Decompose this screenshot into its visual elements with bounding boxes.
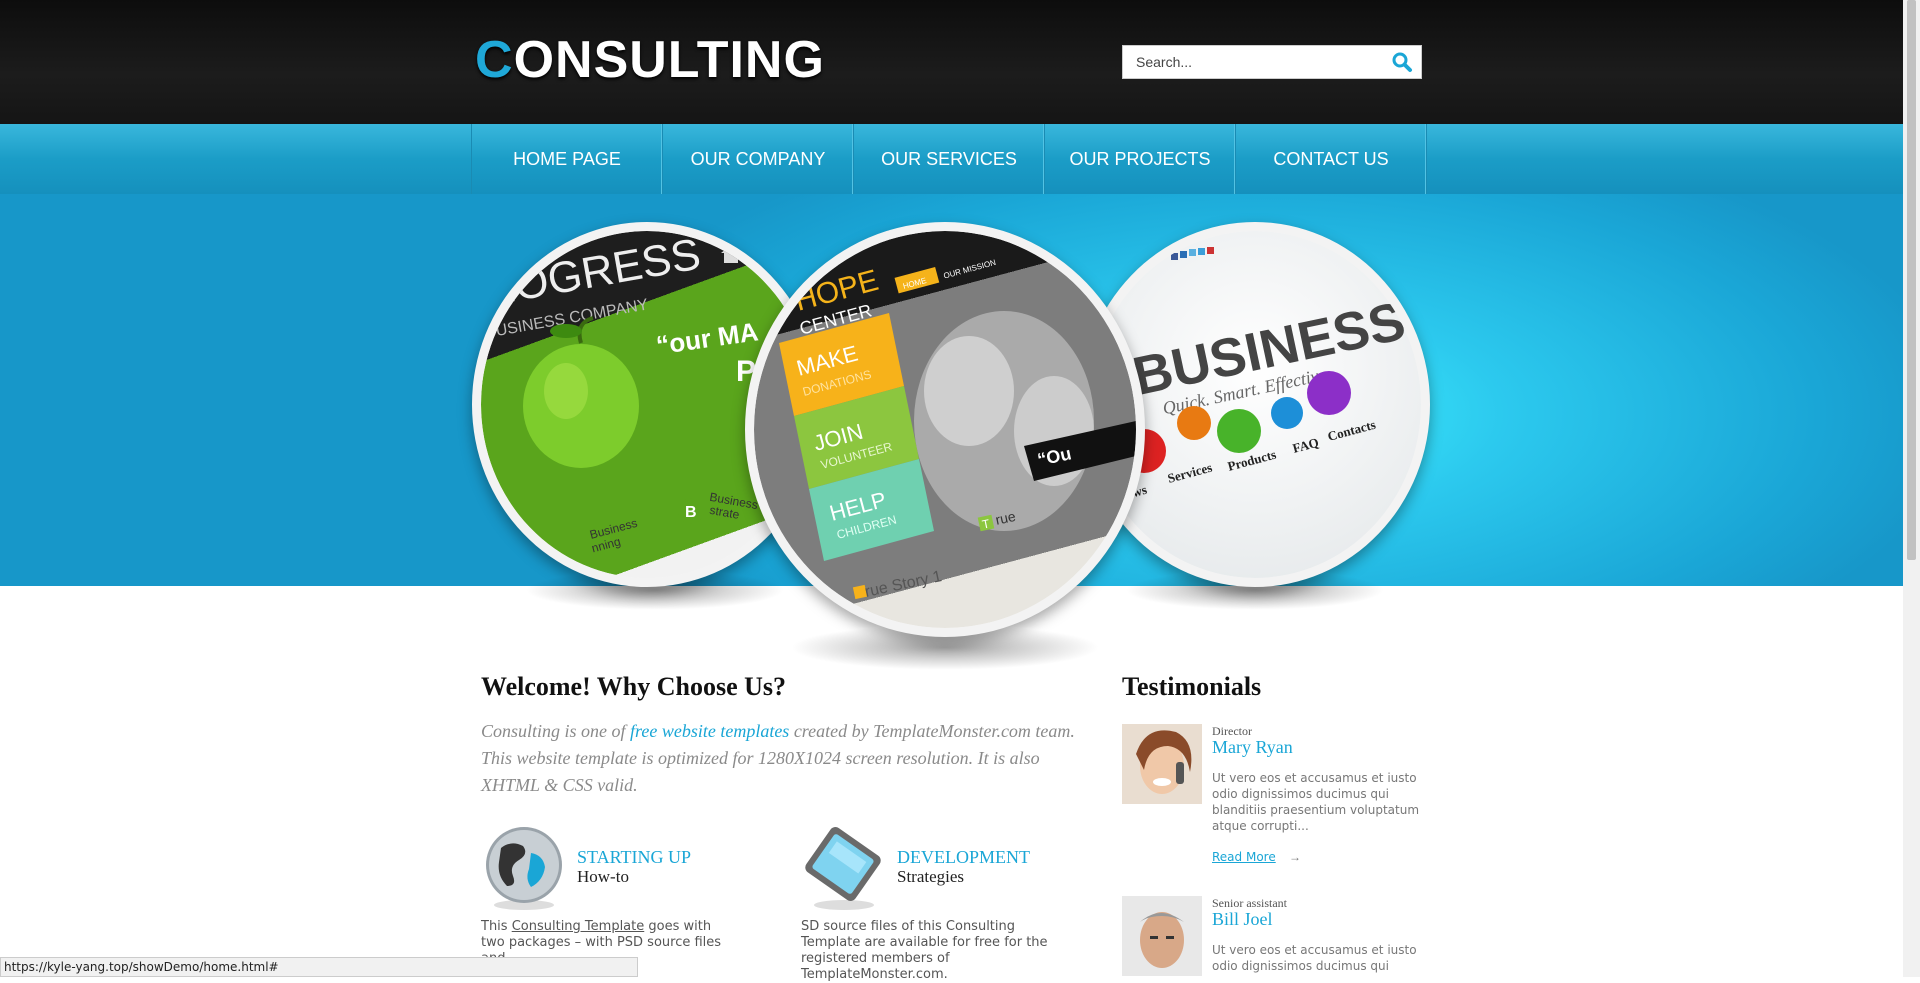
- avatar-bill-joel: [1122, 896, 1202, 976]
- slide3-label-faq: FAQ: [1291, 435, 1320, 456]
- slide2-nav-mission: OUR MISSION: [943, 258, 997, 281]
- globe-icon: [486, 827, 562, 910]
- search-box: [1122, 45, 1422, 79]
- testimonials-title: Testimonials: [1122, 672, 1262, 701]
- slide3-label-contacts: Contacts: [1326, 417, 1377, 444]
- feature-desc-before: This: [481, 919, 512, 934]
- feature-subtitle: How-to: [577, 867, 629, 886]
- read-more-link[interactable]: Read More: [1212, 850, 1276, 864]
- slide1-quote: “our MA: [654, 316, 760, 360]
- avatar-mary-ryan: [1122, 724, 1202, 804]
- apple-icon: [523, 316, 639, 468]
- page-scrollbar[interactable]: [1903, 0, 1920, 977]
- nav-contact-us[interactable]: CONTACT US: [1236, 124, 1427, 194]
- testimonial-quote: Ut vero eos et accusamus et iusto odio d…: [1212, 771, 1420, 833]
- site-logo[interactable]: CONSULTING: [475, 30, 825, 90]
- nav-our-services[interactable]: OUR SERVICES: [854, 124, 1045, 194]
- main-nav: HOME PAGE OUR COMPANY OUR SERVICES OUR P…: [471, 124, 1427, 194]
- browser-status-url: https://kyle-yang.top/showDemo/home.html…: [0, 957, 638, 977]
- slide3-label-services: Services: [1166, 460, 1214, 486]
- nav-our-projects[interactable]: OUR PROJECTS: [1045, 124, 1236, 194]
- logo-text: ONSULTING: [513, 31, 825, 89]
- testimonial-quote: Ut vero eos et accusamus et iusto odio d…: [1212, 943, 1417, 973]
- arrow-right-icon: →: [1289, 850, 1301, 864]
- testimonials-section: Testimonials Director Mary Ryan Ut vero …: [1122, 672, 1422, 976]
- feature-title[interactable]: DEVELOPMENT: [897, 847, 1030, 868]
- nav-our-company[interactable]: OUR COMPANY: [663, 124, 854, 194]
- free-templates-link[interactable]: free website templates: [630, 721, 789, 741]
- feature-subtitle: Strategies: [897, 867, 965, 886]
- testimonial-name[interactable]: Bill Joel: [1212, 909, 1273, 930]
- header: CONSULTING: [0, 0, 1903, 124]
- search-icon[interactable]: [1391, 51, 1413, 73]
- slide1-badge: B: [685, 504, 697, 521]
- feature-description: SD source files of this Consulting Templ…: [801, 919, 1048, 982]
- welcome-title: Welcome! Why Choose Us?: [481, 672, 787, 701]
- logo-letter: C: [475, 31, 514, 89]
- scrollbar-thumb[interactable]: [1907, 0, 1916, 560]
- nav-home[interactable]: HOME PAGE: [472, 124, 663, 194]
- search-input[interactable]: [1123, 46, 1383, 78]
- slide-hope-center[interactable]: HOPE CENTER HOME OUR MISSION MAKE DONATI…: [745, 222, 1145, 637]
- main-nav-bar: HOME PAGE OUR COMPANY OUR SERVICES OUR P…: [0, 124, 1903, 194]
- testimonial-name[interactable]: Mary Ryan: [1212, 737, 1293, 758]
- tablet-icon: [805, 827, 881, 910]
- slide-hope-center-art: HOPE CENTER HOME OUR MISSION MAKE DONATI…: [779, 258, 1136, 601]
- consulting-template-link[interactable]: Consulting Template: [512, 919, 645, 934]
- social-icons: [1171, 247, 1214, 260]
- house-icon: [721, 245, 741, 263]
- welcome-intro: Consulting is one of free website templa…: [481, 718, 1081, 799]
- intro-text-before: Consulting is one of: [481, 721, 631, 741]
- slide2-story: rue Story 1: [863, 568, 943, 601]
- welcome-section: Welcome! Why Choose Us? Consulting is on…: [481, 672, 1081, 799]
- feature-title[interactable]: STARTING UP: [577, 847, 691, 868]
